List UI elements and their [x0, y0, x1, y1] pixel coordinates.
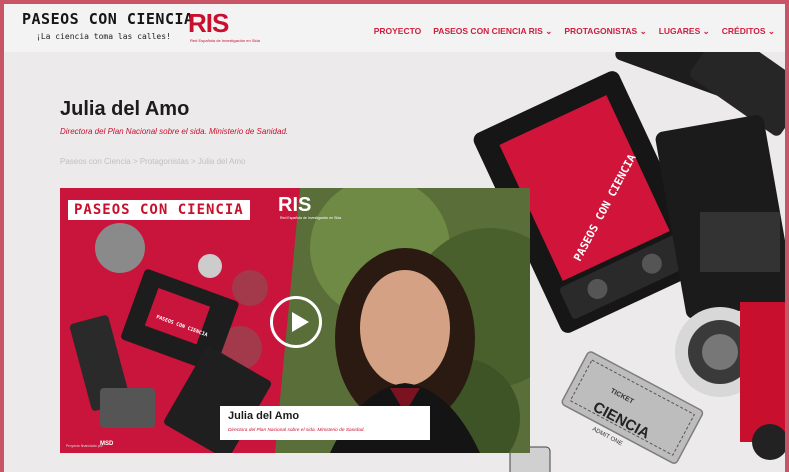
breadcrumb-item-protagonistas[interactable]: Protagonistas	[140, 157, 189, 166]
play-button[interactable]	[270, 296, 322, 348]
breadcrumb-separator: >	[188, 157, 198, 166]
caption-name: Julia del Amo	[228, 410, 300, 422]
breadcrumb-separator: >	[130, 157, 140, 166]
page-subtitle: Directora del Plan Nacional sobre el sid…	[60, 127, 289, 136]
breadcrumb: Paseos con Ciencia > Protagonistas > Jul…	[60, 157, 245, 166]
nav-item-proyecto[interactable]: PROYECTO	[374, 26, 422, 37]
ris-logo-text: RIS	[188, 8, 229, 38]
video-footer-text: Proyecto financiado por	[66, 444, 103, 448]
caption-role: Directora del Plan Nacional sobre el sid…	[228, 428, 365, 433]
site-header: PASEOS CON CIENCIA ¡La ciencia toma las …	[4, 4, 785, 52]
nav-item-protagonistas[interactable]: PROTAGONISTAS ⌄	[564, 26, 646, 37]
breadcrumb-item-home[interactable]: Paseos con Ciencia	[60, 157, 131, 166]
site-logo-title[interactable]: PASEOS CON CIENCIA	[22, 10, 194, 28]
ris-logo[interactable]: RIS Red Española de Investigación en Sid…	[188, 8, 260, 48]
video-footer-logo: MSD	[100, 441, 114, 447]
video-player[interactable]: PASEOS CON CIENCIA RIS Red Española de I…	[60, 188, 530, 453]
main-nav: PROYECTO PASEOS CON CIENCIA RIS ⌄ PROTAG…	[374, 26, 775, 37]
nav-item-creditos[interactable]: CRÉDITOS ⌄	[722, 26, 775, 37]
video-caption: Julia del Amo Directora del Plan Naciona…	[220, 406, 430, 440]
page-title: Julia del Amo	[60, 98, 190, 120]
video-tape-label: PASEOS CON CIENCIA	[155, 314, 208, 338]
site-tagline: ¡La ciencia toma las calles!	[36, 32, 171, 41]
nav-item-lugares[interactable]: LUGARES ⌄	[659, 26, 710, 37]
nav-item-paseos-con-ciencia-ris[interactable]: PASEOS CON CIENCIA RIS ⌄	[433, 26, 552, 37]
ris-logo-subtitle: Red Española de Investigación en Sida	[190, 38, 260, 43]
breadcrumb-item-current: Julia del Amo	[197, 157, 246, 166]
